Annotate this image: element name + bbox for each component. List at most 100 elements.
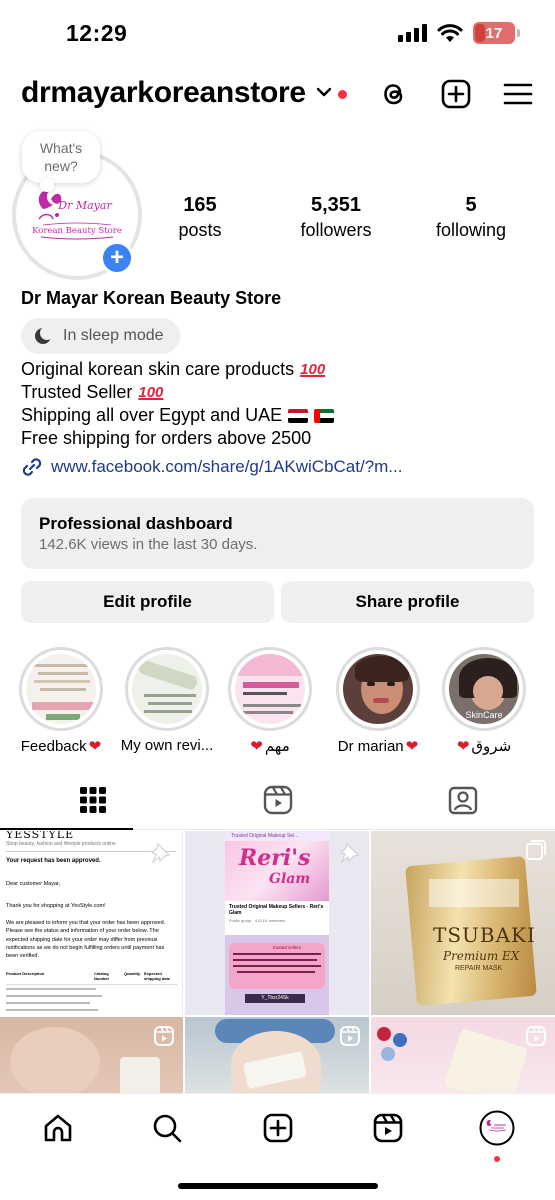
highlight-label: My own revi... [120,737,214,754]
posts-grid: YESSTYLE Shop beauty, fashion and lifest… [0,831,555,1093]
nav-home[interactable] [38,1108,78,1148]
status-bar: 12:29 17 [0,0,555,64]
nav-reels[interactable] [368,1108,408,1148]
profile-avatar [479,1110,515,1146]
highlight-cover: SkinCare [449,654,519,724]
heart-icon: ❤ [456,738,470,755]
dashboard-title: Professional dashboard [39,514,233,533]
profile-link-text[interactable]: www.facebook.com/share/g/1AKwiCbCat/?m..… [51,457,402,477]
reel-icon [154,1026,174,1046]
post-text-greeting: Dear customer Mayar, [6,881,61,887]
nav-search[interactable] [147,1108,187,1148]
bio-line-2: Trusted Seller 100 [21,382,164,402]
create-icon [263,1113,293,1143]
highlight-cover-text: SkinCare [465,710,503,720]
tab-reels[interactable] [185,770,370,830]
reel-icon [526,1026,546,1046]
professional-dashboard[interactable]: Professional dashboard 142.6K views in t… [21,498,534,569]
pin-icon [151,843,170,863]
svg-text:Korean Beauty Store: Korean Beauty Store [32,226,122,236]
highlight-cover [26,654,96,724]
following-label: following [435,220,507,240]
post-text-thanks: Thank you for shopping at YesStyle.com! [6,903,106,909]
story-highlight-reviews[interactable]: My own revi... [120,647,214,754]
battery-level: 17 [485,24,503,42]
reels-icon [373,1113,403,1143]
following-stat[interactable]: 5 following [428,192,514,242]
post-text-body: We are pleased to inform you that your o… [6,920,166,960]
active-tab-indicator [0,828,133,830]
post-tile[interactable]: Trusted Original Makeup Sel... Reri's Gl… [185,831,369,1015]
heart-icon: ❤ [405,738,419,755]
egypt-flag-icon [288,408,309,423]
story-highlight-feedback[interactable]: Feedback ❤ [18,647,104,755]
followers-label: followers [300,220,372,240]
nav-create[interactable] [258,1108,298,1148]
tab-posts-grid[interactable] [0,770,185,830]
bio-line-1: Original korean skin care products 100 [21,359,326,379]
status-icons: 17 [398,22,520,44]
post-text-product: Premium EX [443,949,520,963]
sleep-mode-pill[interactable]: In sleep mode [21,318,180,354]
note-bubble[interactable]: What's new? [22,131,100,192]
post-text-group-title: Trusted Original Makeup Sellers - Reri's… [229,904,324,916]
post-tile[interactable]: TSUBAKI Premium EX REPAIR MASK [371,831,555,1015]
profile-header: drmayarkoreanstore [0,72,555,118]
posts-count: 165 [183,194,217,216]
hundred-emoji-icon: 100 [138,384,164,401]
battery-icon: 17 [473,22,520,44]
post-text-seller: Y_Tbsr24Sk [245,994,305,1003]
username[interactable]: drmayarkoreanstore [21,76,306,110]
chevron-down-icon[interactable] [316,86,332,98]
tab-tagged[interactable] [370,770,555,830]
highlight-label: مهم [264,738,290,755]
menu-icon[interactable] [502,78,534,110]
tagged-icon [448,786,477,815]
svg-text:Dr Mayar: Dr Mayar [57,199,112,212]
search-icon [153,1114,182,1143]
notification-dot [338,90,347,99]
add-story-plus-icon[interactable]: + [100,241,134,275]
post-text-brand: TSUBAKI [433,923,536,947]
highlight-label: Dr marian [337,737,404,755]
highlight-label: شروق [471,738,512,755]
share-profile-button[interactable]: Share profile [281,581,534,623]
highlight-cover [132,654,202,724]
bio-line-3: Shipping all over Egypt and UAE [21,404,335,427]
nav-profile[interactable] [477,1108,517,1148]
hundred-emoji-icon: 100 [300,361,326,378]
posts-stat: 165 posts [170,192,230,242]
link-icon [22,458,42,476]
bio-line-4: Free shipping for orders above 2500 [21,428,312,448]
post-text-heading: Your request has been approved. [6,858,101,864]
multiple-posts-icon [526,840,546,860]
post-text-members: Public group · 413.1K members [229,918,286,923]
story-highlight-shorouk[interactable]: SkinCare ❤ شروق [441,647,527,755]
post-tile[interactable] [185,1017,369,1093]
home-indicator[interactable] [178,1183,378,1189]
profile-link[interactable]: www.facebook.com/share/g/1AKwiCbCat/?m..… [21,456,402,478]
bio: Original korean skin care products 100 T… [21,358,335,450]
edit-profile-button[interactable]: Edit profile [21,581,274,623]
post-tile[interactable]: YESSTYLE Shop beauty, fashion and lifest… [0,831,183,1015]
heart-icon: ❤ [88,738,102,755]
notification-dot [494,1156,500,1162]
highlight-cover [235,654,305,724]
posts-label: posts [178,220,222,240]
following-count: 5 [465,194,477,216]
reels-icon [263,785,292,815]
post-text-logo: Reri's [239,845,311,871]
followers-stat[interactable]: 5,351 followers [290,192,382,242]
plus-square-icon[interactable] [440,78,472,110]
threads-icon[interactable] [378,78,410,110]
pin-icon [340,843,359,863]
story-highlight-important[interactable]: ❤ مهم [227,647,313,755]
sleep-mode-label: In sleep mode [63,327,164,344]
post-tile[interactable] [371,1017,555,1093]
heart-icon: ❤ [250,738,263,755]
followers-count: 5,351 [310,194,362,216]
story-highlight-dr-marian[interactable]: Dr marian ❤ [335,647,421,755]
post-tile[interactable] [0,1017,183,1093]
highlight-label: Feedback [20,737,87,755]
post-text-logo-2: Glam [269,871,311,887]
